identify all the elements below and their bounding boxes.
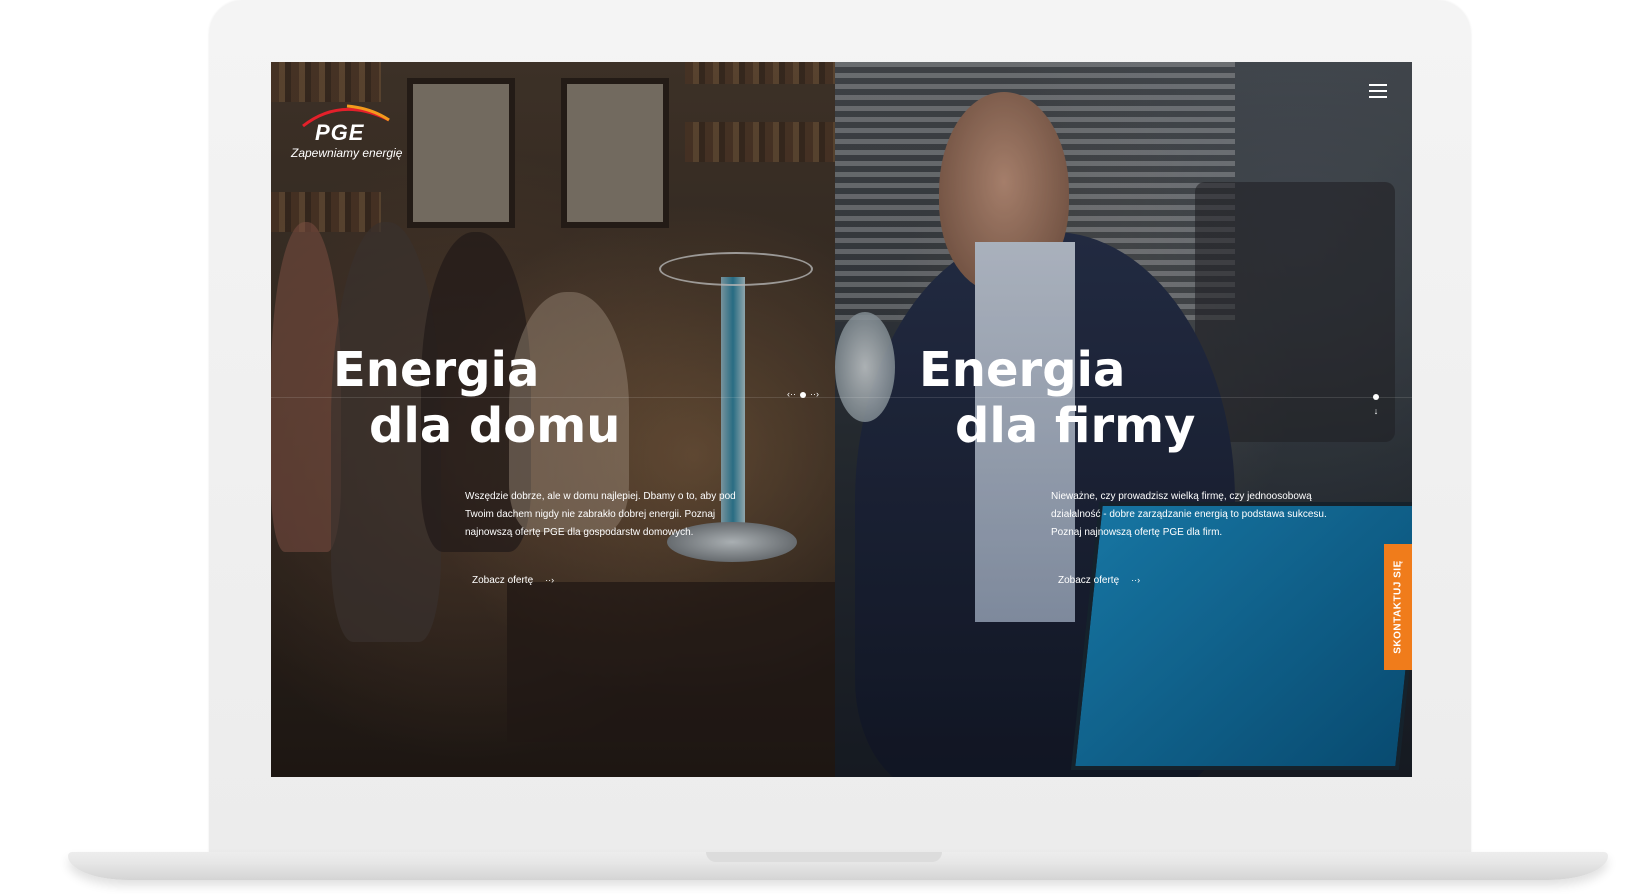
- logo-tagline: Zapewniamy energię: [291, 146, 403, 160]
- arrow-right-icon: ··›: [545, 575, 555, 585]
- down-arrow-icon[interactable]: ↓: [1372, 406, 1380, 416]
- home-title-line2: dla domu: [369, 398, 621, 454]
- business-headline: Energia dla firmy: [919, 342, 1195, 454]
- home-title-line1: Energia: [333, 342, 540, 398]
- prev-arrow-icon[interactable]: ‹··: [787, 389, 796, 399]
- business-title-line2: dla firmy: [955, 398, 1196, 454]
- business-description: Nieważne, czy prowadzisz wielką firmę, c…: [1051, 491, 1327, 538]
- website-screen: PGE Zapewniamy energię Energia dla domu …: [271, 62, 1412, 777]
- business-panel[interactable]: Energia dla firmy Nieważne, czy prowadzi…: [835, 62, 1412, 777]
- pge-logo[interactable]: PGE Zapewniamy energię: [291, 102, 411, 172]
- home-offer-link[interactable]: Zobacz ofertę ··›: [472, 575, 554, 586]
- next-arrow-icon[interactable]: ··›: [810, 389, 819, 399]
- horizontal-guide-line: [271, 397, 1412, 398]
- home-headline: Energia dla domu: [333, 342, 620, 454]
- home-description: Wszędzie dobrze, ale w domu najlepiej. D…: [465, 491, 736, 538]
- hamburger-icon[interactable]: [1369, 84, 1387, 100]
- contact-tab-label: SKONTAKTUJ SIĘ: [1392, 560, 1404, 654]
- business-offer-label: Zobacz ofertę: [1058, 575, 1120, 586]
- business-offer-link[interactable]: Zobacz ofertę ··›: [1058, 575, 1140, 586]
- logo-text: PGE: [315, 120, 365, 145]
- arrow-right-icon: ··›: [1131, 575, 1141, 585]
- home-panel[interactable]: PGE Zapewniamy energię Energia dla domu …: [271, 62, 835, 777]
- contact-tab-button[interactable]: SKONTAKTUJ SIĘ: [1384, 544, 1412, 670]
- switcher-dot[interactable]: [800, 391, 806, 398]
- laptop-notch: [706, 852, 942, 862]
- panel-switcher[interactable]: ‹·· ··›: [787, 389, 819, 399]
- home-offer-label: Zobacz ofertę: [472, 575, 534, 586]
- business-title-line1: Energia: [919, 342, 1126, 398]
